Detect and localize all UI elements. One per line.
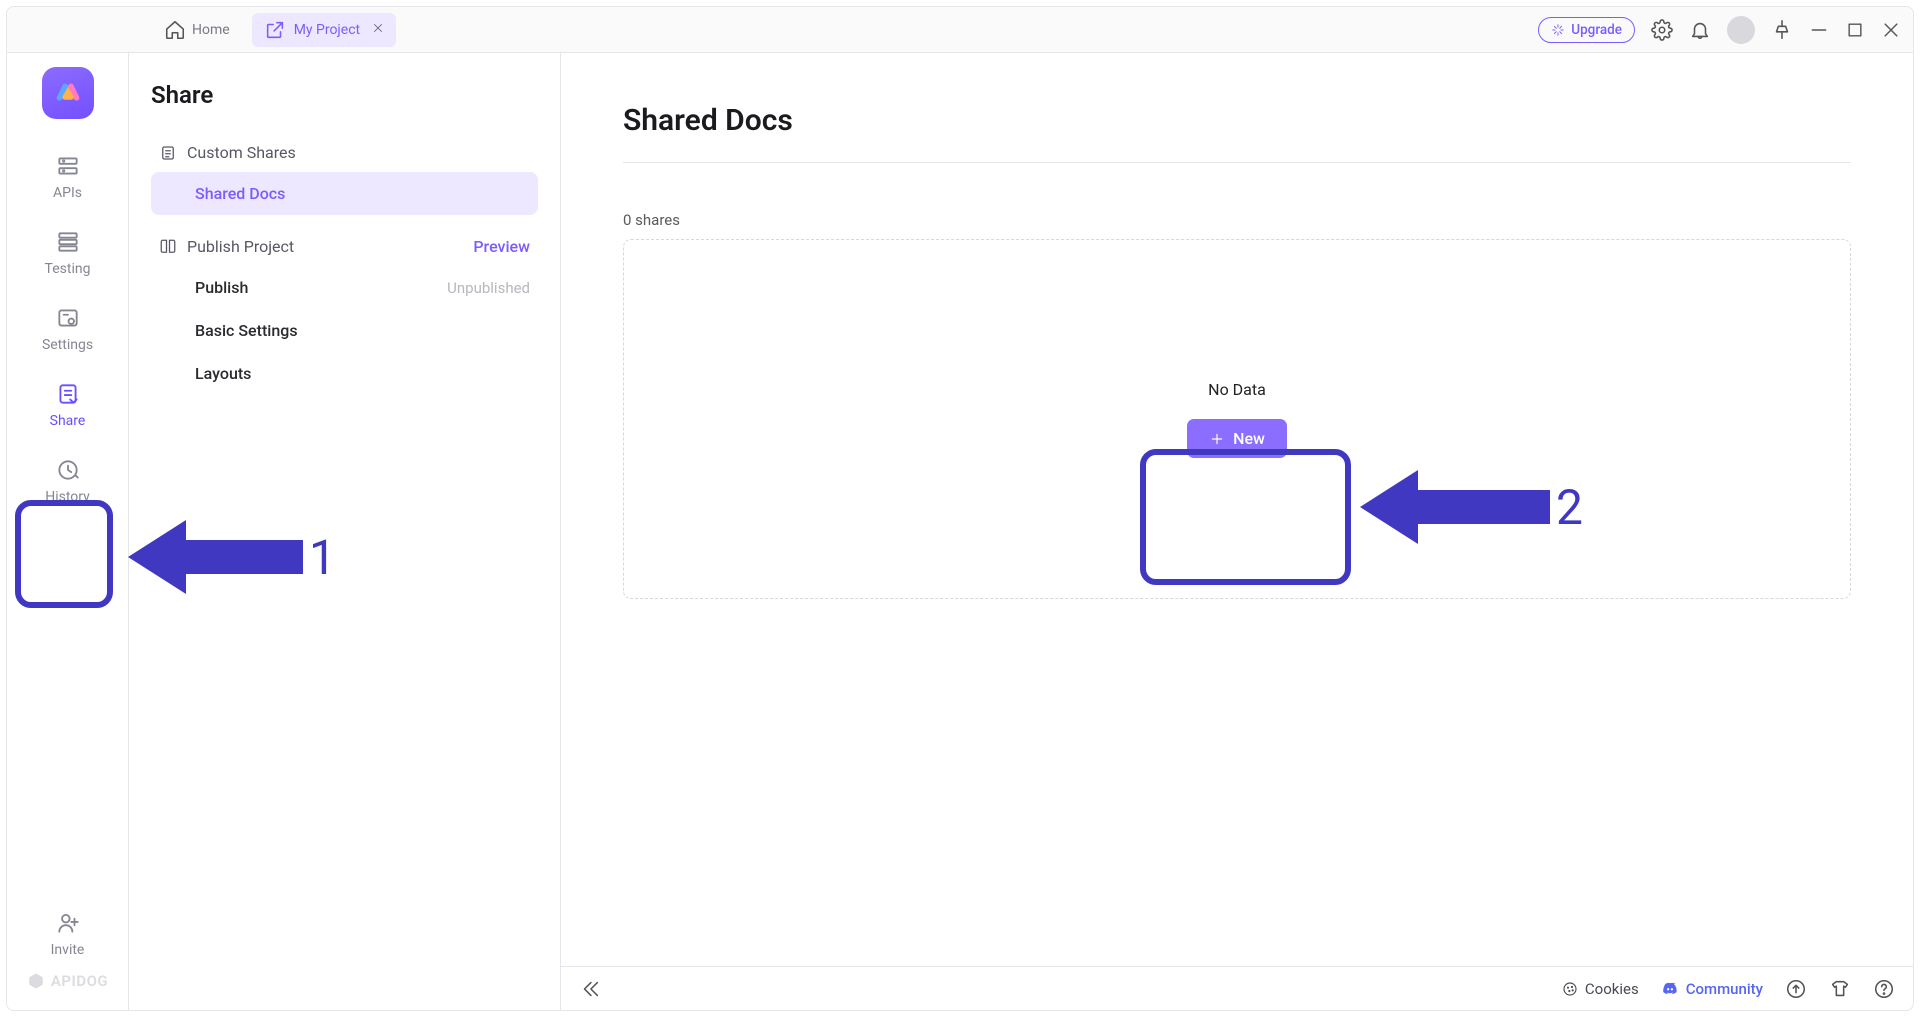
home-icon bbox=[164, 19, 186, 41]
cookies-label: Cookies bbox=[1585, 980, 1639, 998]
invite-icon bbox=[55, 910, 81, 936]
rail-testing-label: Testing bbox=[45, 261, 91, 277]
settings-icon bbox=[55, 305, 81, 331]
new-button-label: New bbox=[1233, 429, 1265, 448]
help-icon[interactable] bbox=[1873, 978, 1895, 1000]
tab-my-project[interactable]: My Project bbox=[252, 13, 396, 47]
cookie-icon bbox=[1562, 981, 1578, 997]
preview-link[interactable]: Preview bbox=[473, 237, 530, 256]
window-minimize-icon[interactable] bbox=[1809, 20, 1829, 40]
plus-icon bbox=[1209, 431, 1225, 447]
rail-item-apis[interactable]: APIs bbox=[7, 139, 128, 215]
sidebar-item-publish[interactable]: Publish Unpublished bbox=[151, 266, 538, 309]
history-icon bbox=[55, 457, 81, 483]
upload-circle-icon[interactable] bbox=[1785, 978, 1807, 1000]
sidebar-group-custom-shares[interactable]: Custom Shares bbox=[151, 133, 538, 172]
empty-state: No Data New bbox=[623, 239, 1851, 599]
sidebar-group-publish-project[interactable]: Publish Project Preview bbox=[151, 227, 538, 266]
brand-label: APIDOG bbox=[51, 972, 108, 990]
rail-item-history[interactable]: History bbox=[7, 443, 128, 519]
rail-apis-label: APIs bbox=[53, 185, 82, 201]
upgrade-label: Upgrade bbox=[1571, 22, 1622, 38]
tab-close-button[interactable] bbox=[368, 22, 384, 38]
bottombar: Cookies Community bbox=[561, 966, 1913, 1010]
main: Shared Docs 0 shares No Data New bbox=[561, 53, 1913, 1010]
shirt-icon[interactable] bbox=[1829, 978, 1851, 1000]
publish-label: Publish bbox=[195, 278, 248, 297]
sidebar-item-layouts[interactable]: Layouts bbox=[151, 352, 538, 395]
collapse-icon[interactable] bbox=[579, 978, 601, 1000]
divider bbox=[623, 162, 1851, 163]
rail-invite-label: Invite bbox=[51, 942, 85, 958]
rail: APIs Testing Settings Share bbox=[7, 53, 129, 1010]
shared-docs-label: Shared Docs bbox=[195, 184, 285, 203]
rail-item-share[interactable]: Share bbox=[7, 367, 128, 443]
share-icon bbox=[55, 381, 81, 407]
window-maximize-icon[interactable] bbox=[1845, 20, 1865, 40]
custom-shares-label: Custom Shares bbox=[187, 143, 296, 162]
no-data-label: No Data bbox=[1208, 380, 1266, 399]
home-label: Home bbox=[192, 22, 230, 38]
upgrade-button[interactable]: Upgrade bbox=[1538, 17, 1635, 43]
tab-label: My Project bbox=[294, 22, 360, 38]
rail-share-label: Share bbox=[50, 413, 86, 429]
new-button[interactable]: New bbox=[1187, 419, 1287, 458]
sidebar: Share Custom Shares Shared Docs Publish … bbox=[129, 53, 561, 1010]
shares-count: 0 shares bbox=[623, 211, 1851, 229]
cookies-link[interactable]: Cookies bbox=[1562, 980, 1639, 998]
publish-project-label: Publish Project bbox=[187, 237, 294, 256]
rail-item-invite[interactable]: Invite bbox=[7, 896, 128, 972]
doc-list-icon bbox=[159, 144, 177, 162]
community-label: Community bbox=[1686, 980, 1763, 998]
discord-icon bbox=[1661, 980, 1679, 998]
basic-settings-label: Basic Settings bbox=[195, 321, 298, 340]
home-button[interactable]: Home bbox=[154, 13, 240, 47]
external-link-icon bbox=[264, 19, 286, 41]
bell-icon[interactable] bbox=[1689, 19, 1711, 41]
page-title: Shared Docs bbox=[623, 103, 1851, 138]
titlebar: Home My Project Upgrade bbox=[7, 7, 1913, 53]
rail-settings-label: Settings bbox=[42, 337, 93, 353]
community-link[interactable]: Community bbox=[1661, 980, 1763, 998]
brand-apidog: APIDOG bbox=[27, 972, 108, 998]
rail-history-label: History bbox=[45, 489, 90, 505]
rail-item-settings[interactable]: Settings bbox=[7, 291, 128, 367]
app-logo[interactable] bbox=[42, 67, 94, 119]
publish-status: Unpublished bbox=[447, 279, 530, 297]
avatar[interactable] bbox=[1727, 16, 1755, 44]
sidebar-item-basic-settings[interactable]: Basic Settings bbox=[151, 309, 538, 352]
apis-icon bbox=[55, 153, 81, 179]
layouts-label: Layouts bbox=[195, 364, 251, 383]
sidebar-title: Share bbox=[151, 81, 538, 109]
gear-icon[interactable] bbox=[1651, 19, 1673, 41]
book-icon bbox=[159, 238, 177, 256]
sidebar-item-shared-docs[interactable]: Shared Docs bbox=[151, 172, 538, 215]
testing-icon bbox=[55, 229, 81, 255]
sparkle-icon bbox=[1551, 23, 1565, 37]
window-close-icon[interactable] bbox=[1881, 20, 1901, 40]
rail-item-testing[interactable]: Testing bbox=[7, 215, 128, 291]
pin-icon[interactable] bbox=[1771, 19, 1793, 41]
